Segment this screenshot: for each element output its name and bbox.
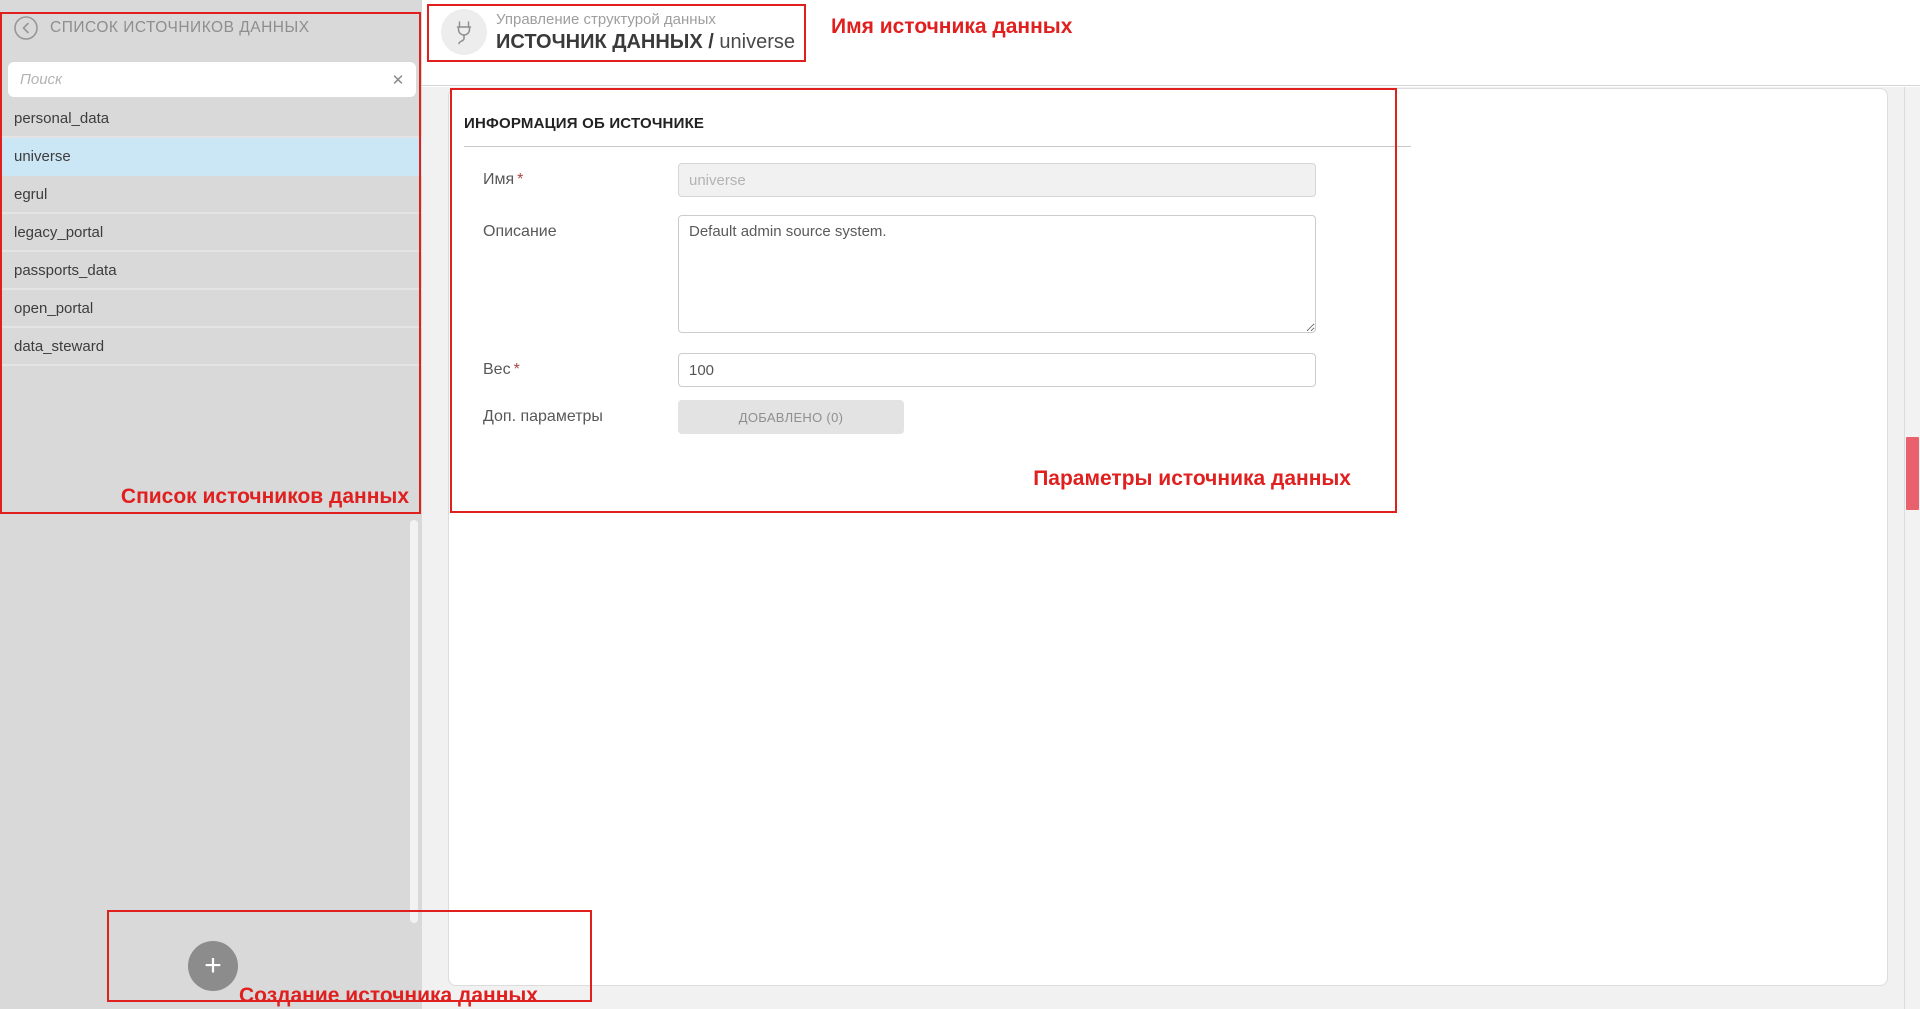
field-row-params: Доп. параметры ДОБАВЛЕНО (0) xyxy=(483,400,1433,434)
page-title-value: universe xyxy=(719,31,795,53)
page-scrollbar-track[interactable] xyxy=(1904,87,1920,1009)
breadcrumb: Управление структурой данных xyxy=(496,11,795,28)
field-row-weight: Вес* xyxy=(483,353,1433,387)
list-item[interactable]: personal_data xyxy=(0,100,422,138)
sidebar-title: СПИСОК ИСТОЧНИКОВ ДАННЫХ xyxy=(50,19,310,37)
list-item-label: passports_data xyxy=(14,262,117,279)
search-box: ✕ xyxy=(8,62,416,97)
plug-icon xyxy=(441,9,487,55)
clear-search-icon[interactable]: ✕ xyxy=(380,71,416,89)
source-info-panel: ИНФОРМАЦИЯ ОБ ИСТОЧНИКЕ Имя* Описание De… xyxy=(448,88,1888,986)
page-title: ИСТОЧНИК ДАННЫХ / universe xyxy=(496,31,795,54)
list-item[interactable]: legacy_portal xyxy=(0,214,422,252)
source-form: Имя* Описание Default admin source syste… xyxy=(483,163,1433,434)
added-params-button[interactable]: ДОБАВЛЕНО (0) xyxy=(678,400,904,434)
list-item[interactable]: universe xyxy=(0,138,422,176)
name-input[interactable] xyxy=(678,163,1316,197)
list-item[interactable]: open_portal xyxy=(0,290,422,328)
source-list: personal_data universe egrul legacy_port… xyxy=(0,100,422,366)
page-header: Управление структурой данных ИСТОЧНИК ДА… xyxy=(422,0,1920,86)
list-item-label: egrul xyxy=(14,186,47,203)
description-textarea[interactable]: Default admin source system. xyxy=(678,215,1316,333)
list-item-label: legacy_portal xyxy=(14,224,103,241)
weight-field-label: Вес* xyxy=(483,353,678,387)
data-sources-sidebar: СПИСОК ИСТОЧНИКОВ ДАННЫХ ✕ personal_data… xyxy=(0,0,422,1009)
name-field-label: Имя* xyxy=(483,163,678,197)
page-scrollbar-thumb[interactable] xyxy=(1906,437,1919,510)
field-row-name: Имя* xyxy=(483,163,1433,197)
list-item[interactable]: egrul xyxy=(0,176,422,214)
params-field-label: Доп. параметры xyxy=(483,400,678,434)
sidebar-scrollbar-thumb[interactable] xyxy=(410,520,418,923)
list-item-label: universe xyxy=(14,148,71,165)
field-row-description: Описание Default admin source system. xyxy=(483,215,1433,338)
list-item-label: data_steward xyxy=(14,338,104,355)
list-item-label: open_portal xyxy=(14,300,93,317)
sidebar-header: СПИСОК ИСТОЧНИКОВ ДАННЫХ xyxy=(0,0,422,55)
back-chevron-icon[interactable] xyxy=(13,15,39,41)
description-field-label: Описание xyxy=(483,215,678,338)
add-source-button[interactable]: + xyxy=(188,941,238,991)
search-input[interactable] xyxy=(8,62,380,97)
page-title-main: ИСТОЧНИК ДАННЫХ / xyxy=(496,31,714,53)
header-texts: Управление структурой данных ИСТОЧНИК ДА… xyxy=(496,11,795,54)
weight-input[interactable] xyxy=(678,353,1316,387)
plus-icon: + xyxy=(204,951,222,981)
section-title: ИНФОРМАЦИЯ ОБ ИСТОЧНИКЕ xyxy=(464,115,704,132)
section-divider xyxy=(464,146,1411,147)
list-item[interactable]: data_steward xyxy=(0,328,422,366)
list-item-label: personal_data xyxy=(14,110,109,127)
list-item[interactable]: passports_data xyxy=(0,252,422,290)
